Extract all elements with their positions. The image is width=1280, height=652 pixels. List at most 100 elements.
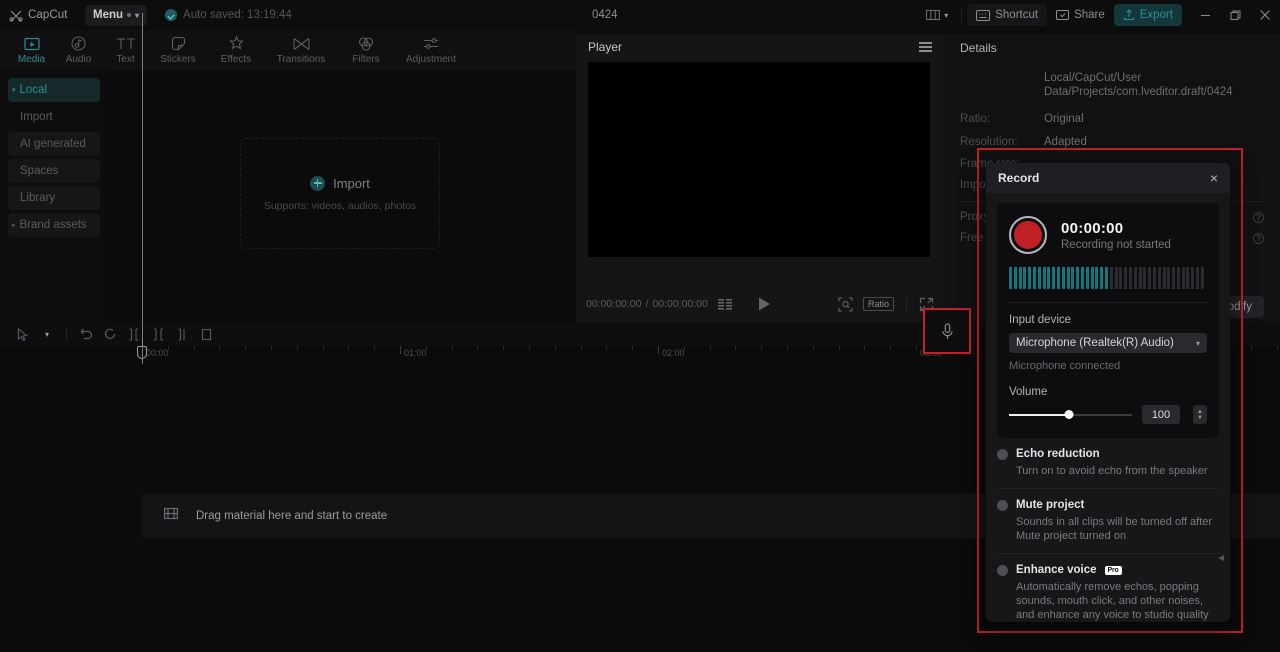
redo-button[interactable]	[99, 323, 121, 345]
minimize-button[interactable]	[1190, 0, 1220, 30]
frames-toggle-icon[interactable]	[717, 298, 734, 310]
meter-bar	[1148, 267, 1152, 289]
title-bar: CapCut Menu ▾ Auto saved: 13:19:44 0424 …	[0, 0, 1280, 30]
import-label: Import	[333, 175, 370, 191]
player-title: Player	[588, 40, 623, 54]
meter-bar	[1076, 267, 1080, 289]
slider-knob[interactable]	[1064, 409, 1074, 419]
meter-bar	[1023, 267, 1027, 289]
enhance-voice-toggle[interactable]	[997, 564, 1008, 576]
record-state-label: Recording not started	[1061, 238, 1171, 251]
meter-bar	[1013, 267, 1017, 289]
record-dialog-header: Record ×	[986, 163, 1230, 193]
export-icon	[1123, 9, 1134, 21]
tab-effects[interactable]: Effects	[207, 30, 265, 70]
ruler-tick	[503, 346, 505, 350]
meter-bar	[1056, 267, 1060, 289]
volume-stepper[interactable]: ▲ ▼	[1193, 405, 1207, 424]
ruler-tick	[761, 346, 763, 350]
zoom-fit-icon[interactable]	[838, 296, 853, 312]
tab-audio[interactable]: Audio	[55, 30, 102, 70]
trim-left-button[interactable]	[147, 323, 169, 345]
ruler-tick	[400, 346, 401, 354]
menu-button[interactable]: Menu ▾	[85, 4, 148, 26]
plus-icon	[310, 175, 326, 191]
option-header[interactable]: Mute project	[997, 499, 1219, 511]
ruler-label: 00:00	[146, 348, 169, 358]
details-title: Details	[960, 41, 997, 55]
tab-transitions[interactable]: Transitions	[265, 30, 337, 70]
meter-bar	[1176, 267, 1180, 289]
volume-slider[interactable]	[1009, 409, 1132, 421]
tab-stickers[interactable]: Stickers	[149, 30, 207, 70]
sidebar-item-local[interactable]: ▾ Local	[8, 78, 100, 102]
delete-button[interactable]	[195, 323, 217, 345]
layout-button[interactable]: ▾	[918, 9, 956, 21]
tab-label: Text	[116, 53, 135, 65]
close-icon	[1260, 10, 1270, 20]
maximize-button[interactable]	[1220, 0, 1250, 30]
import-action[interactable]: Import	[310, 175, 370, 191]
echo-reduction-toggle[interactable]	[997, 448, 1008, 460]
divider	[1009, 302, 1207, 303]
ruler-tick	[374, 346, 376, 350]
chevron-down-icon: ▾	[44, 329, 49, 339]
option-header[interactable]: Echo reduction	[997, 448, 1219, 460]
ruler-tick	[219, 346, 221, 350]
divider	[906, 296, 907, 312]
volume-value[interactable]: 100	[1142, 405, 1180, 424]
play-button[interactable]	[758, 297, 771, 311]
input-device-select[interactable]: Microphone (Realtek(R) Audio) ▾	[1009, 333, 1207, 353]
tab-filters[interactable]: Filters	[337, 30, 395, 70]
option-header[interactable]: Enhance voice Pro	[997, 564, 1219, 576]
capcut-logo-icon	[9, 9, 23, 22]
meter-bar	[1047, 267, 1051, 289]
collapse-chevron-icon[interactable]: ◄	[1216, 553, 1226, 564]
film-strip-icon	[164, 507, 179, 525]
shortcut-button[interactable]: Shortcut	[967, 4, 1048, 26]
record-start-button[interactable]	[1009, 216, 1047, 254]
sidebar-item-label: Spaces	[20, 165, 59, 177]
undo-button[interactable]	[75, 323, 97, 345]
player-menu-icon[interactable]	[919, 42, 932, 52]
player-preview[interactable]	[588, 62, 930, 257]
sidebar-item-label: Local	[19, 84, 48, 96]
tab-media[interactable]: Media	[8, 30, 55, 70]
ratio-button[interactable]: Ratio	[862, 297, 894, 311]
trim-right-button[interactable]	[171, 323, 193, 345]
tab-adjustment[interactable]: Adjustment	[395, 30, 467, 70]
details-row-path: Local/CapCut/User Data/Projects/com.lved…	[944, 72, 1280, 99]
help-icon[interactable]: ?	[1253, 233, 1264, 244]
check-circle-icon	[165, 9, 178, 21]
meter-bar	[1052, 267, 1056, 289]
transitions-icon	[292, 36, 310, 52]
ruler-tick	[890, 346, 892, 350]
meter-bar	[1085, 267, 1089, 289]
share-button[interactable]: Share	[1047, 4, 1114, 26]
meter-bar	[1104, 267, 1108, 289]
mute-project-toggle[interactable]	[997, 499, 1008, 511]
select-tool-button[interactable]	[12, 323, 34, 345]
volume-label: Volume	[1009, 386, 1048, 398]
ruler-tick	[554, 346, 556, 350]
ruler-tick	[1251, 346, 1253, 350]
sidebar-item-import[interactable]: Import	[8, 105, 100, 129]
sidebar-item-library[interactable]: Library	[8, 186, 100, 210]
sidebar-item-label: Library	[20, 192, 56, 204]
meter-bar	[1061, 267, 1065, 289]
sidebar-item-brand-assets[interactable]: ▸ Brand assets	[8, 213, 100, 237]
input-device-label: Input device	[1009, 314, 1072, 326]
close-icon[interactable]: ×	[1210, 171, 1218, 185]
help-icon[interactable]: ?	[1253, 212, 1264, 223]
sidebar-item-spaces[interactable]: Spaces	[8, 159, 100, 183]
option-description: Automatically remove echos, popping soun…	[1016, 581, 1209, 621]
export-button[interactable]: Export	[1113, 4, 1182, 26]
sidebar-item-ai-generated[interactable]: AI generated	[8, 132, 100, 156]
record-dot-icon	[1014, 221, 1042, 249]
record-audio-button[interactable]	[923, 308, 971, 354]
stepper-down-icon[interactable]: ▼	[1197, 415, 1203, 421]
tool-dropdown-button[interactable]: ▾	[36, 323, 58, 345]
close-button[interactable]	[1250, 0, 1280, 30]
app-name: CapCut	[28, 9, 68, 21]
import-dropzone[interactable]: Import Supports: videos, audios, photos	[240, 138, 440, 249]
